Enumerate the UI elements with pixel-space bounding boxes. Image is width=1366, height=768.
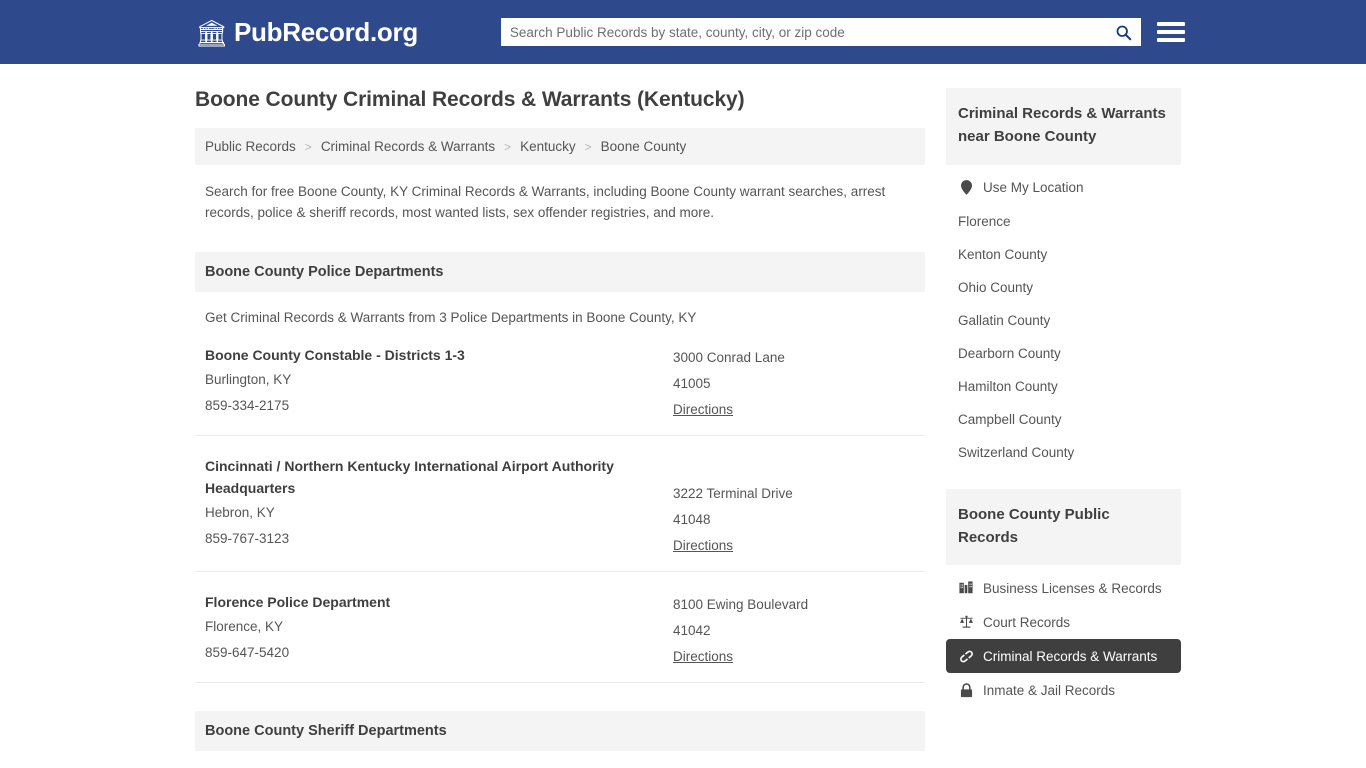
page-intro-text: Search for free Boone County, KY Crimina…	[205, 184, 886, 220]
sidebar-item-label: Criminal Records & Warrants	[983, 648, 1158, 664]
listing-name[interactable]: Florence Police Department	[205, 592, 673, 614]
listing-phone: 859-767-3123	[205, 530, 290, 546]
listing-zip: 41048	[673, 512, 711, 528]
sidebar-item-dearborn-county[interactable]: Dearborn County	[946, 337, 1181, 370]
sidebar-item-use-my-location[interactable]: Use My Location	[946, 171, 1181, 205]
listing-zip: 41005	[673, 375, 711, 391]
directions-link[interactable]: Directions	[673, 397, 733, 423]
listing-spacer	[673, 456, 915, 481]
map-pin-icon	[958, 180, 974, 196]
sidebar-item-kenton-county[interactable]: Kenton County	[946, 238, 1181, 271]
sidebar-item-label: Florence	[958, 213, 1011, 229]
bank-icon: 🏛	[195, 18, 229, 48]
sidebar-item-label: Inmate & Jail Records	[983, 682, 1116, 698]
sidebar-item-label: Business Licenses & Records	[983, 580, 1162, 596]
sidebar-item-criminal-records-warrants[interactable]: Criminal Records & Warrants	[946, 639, 1181, 673]
table-row: Boone County Constable - Districts 1-3 B…	[195, 325, 925, 436]
breadcrumb-separator-icon: >	[304, 139, 312, 154]
site-header: 🏛 PubRecord.org	[0, 0, 1366, 64]
listing-phone: 859-334-2175	[205, 397, 290, 413]
sidebar-item-ohio-county[interactable]: Ohio County	[946, 271, 1181, 304]
sidebar-item-label: Hamilton County	[958, 378, 1058, 394]
listing-details: Cincinnati / Northern Kentucky Internati…	[205, 456, 673, 559]
listing-address: 3000 Conrad Lane	[673, 349, 785, 365]
lock-icon	[958, 682, 974, 698]
listing-zip: 41042	[673, 623, 711, 639]
breadcrumb-separator-icon: >	[584, 139, 592, 154]
listing-city-state: Hebron, KY	[205, 504, 275, 520]
sidebar-item-label: Gallatin County	[958, 312, 1051, 328]
sidebar-public-records-list: Business Licenses & Records Court Record…	[946, 565, 1181, 707]
sidebar-item-inmate-jail-records[interactable]: Inmate & Jail Records	[946, 673, 1181, 707]
sidebar-item-campbell-county[interactable]: Campbell County	[946, 403, 1181, 436]
section-subheading-police: Get Criminal Records & Warrants from 3 P…	[205, 309, 697, 325]
search-bar	[500, 18, 1141, 46]
sidebar-item-switzerland-county[interactable]: Switzerland County	[946, 436, 1181, 469]
sidebar-item-label: Ohio County	[958, 279, 1034, 295]
handcuffs-icon	[958, 648, 974, 664]
sidebar-item-label: Use My Location	[983, 180, 1084, 195]
sidebar-item-hamilton-county[interactable]: Hamilton County	[946, 370, 1181, 403]
search-icon	[1116, 25, 1132, 40]
main-content: Boone County Criminal Records & Warrants…	[195, 64, 925, 768]
breadcrumb-item-criminal-records[interactable]: Criminal Records & Warrants	[321, 139, 495, 154]
hamburger-bar	[1156, 30, 1185, 34]
listing-city-state: Burlington, KY	[205, 371, 292, 387]
hamburger-bar	[1156, 22, 1185, 26]
sidebar-item-label: Campbell County	[958, 411, 1062, 427]
listing-address: 3222 Terminal Drive	[673, 485, 793, 501]
sidebar-item-florence[interactable]: Florence	[946, 205, 1181, 238]
hamburger-menu-icon[interactable]	[1156, 20, 1185, 44]
table-row: Florence Police Department Florence, KY …	[195, 572, 925, 684]
sidebar-item-label: Kenton County	[958, 246, 1048, 262]
listing-city-state: Florence, KY	[205, 618, 284, 634]
page-title: Boone County Criminal Records & Warrants…	[195, 88, 745, 111]
section-heading-sheriff: Boone County Sheriff Departments	[195, 711, 925, 752]
listing-address: 8100 Ewing Boulevard	[673, 597, 809, 613]
table-row: Cincinnati / Northern Kentucky Internati…	[195, 436, 925, 573]
listing-details: Boone County Constable - Districts 1-3 B…	[205, 345, 673, 423]
listing-address-block: 8100 Ewing Boulevard 41042 Directions	[673, 592, 915, 670]
search-input[interactable]	[500, 18, 1107, 46]
sidebar-item-label: Court Records	[983, 614, 1071, 630]
sidebar: Criminal Records & Warrants near Boone C…	[946, 64, 1181, 768]
sidebar-item-label: Dearborn County	[958, 345, 1061, 361]
listing-name[interactable]: Boone County Constable - Districts 1-3	[205, 345, 673, 367]
listing-details: Florence Police Department Florence, KY …	[205, 592, 673, 670]
hamburger-bar	[1156, 38, 1185, 42]
breadcrumb: Public Records > Criminal Records & Warr…	[195, 128, 925, 165]
site-logo[interactable]: 🏛 PubRecord.org	[195, 17, 418, 48]
listing-phone: 859-647-5420	[205, 645, 290, 660]
listing-address-block: 3000 Conrad Lane 41005 Directions	[673, 345, 915, 423]
breadcrumb-separator-icon: >	[504, 139, 512, 154]
breadcrumb-item-kentucky[interactable]: Kentucky	[520, 139, 576, 154]
scales-icon	[958, 614, 974, 630]
sidebar-nearby-list: Use My Location Florence Kenton County O…	[946, 165, 1181, 469]
section-subheading-sheriff: Get Criminal Records & Warrants from 3 S…	[195, 751, 925, 768]
sidebar-heading-nearby: Criminal Records & Warrants near Boone C…	[946, 88, 1181, 165]
search-button[interactable]	[1107, 18, 1141, 46]
breadcrumb-item-boone-county: Boone County	[600, 139, 687, 154]
directions-link[interactable]: Directions	[673, 644, 733, 670]
listing-address-block: 3222 Terminal Drive 41048 Directions	[673, 456, 915, 559]
sidebar-item-court-records[interactable]: Court Records	[946, 605, 1181, 639]
building-icon	[958, 580, 974, 596]
section-heading-police: Boone County Police Departments	[195, 251, 925, 292]
sidebar-item-business-licenses[interactable]: Business Licenses & Records	[946, 571, 1181, 605]
sidebar-item-gallatin-county[interactable]: Gallatin County	[946, 304, 1181, 337]
page-container: Boone County Criminal Records & Warrants…	[0, 64, 1366, 768]
listing-name[interactable]: Cincinnati / Northern Kentucky Internati…	[205, 456, 673, 500]
sidebar-heading-public-records: Boone County Public Records	[946, 488, 1181, 565]
logo-text: PubRecord.org	[234, 16, 418, 47]
sidebar-item-label: Switzerland County	[958, 444, 1075, 460]
directions-link[interactable]: Directions	[673, 533, 733, 559]
breadcrumb-item-public-records[interactable]: Public Records	[205, 139, 296, 154]
